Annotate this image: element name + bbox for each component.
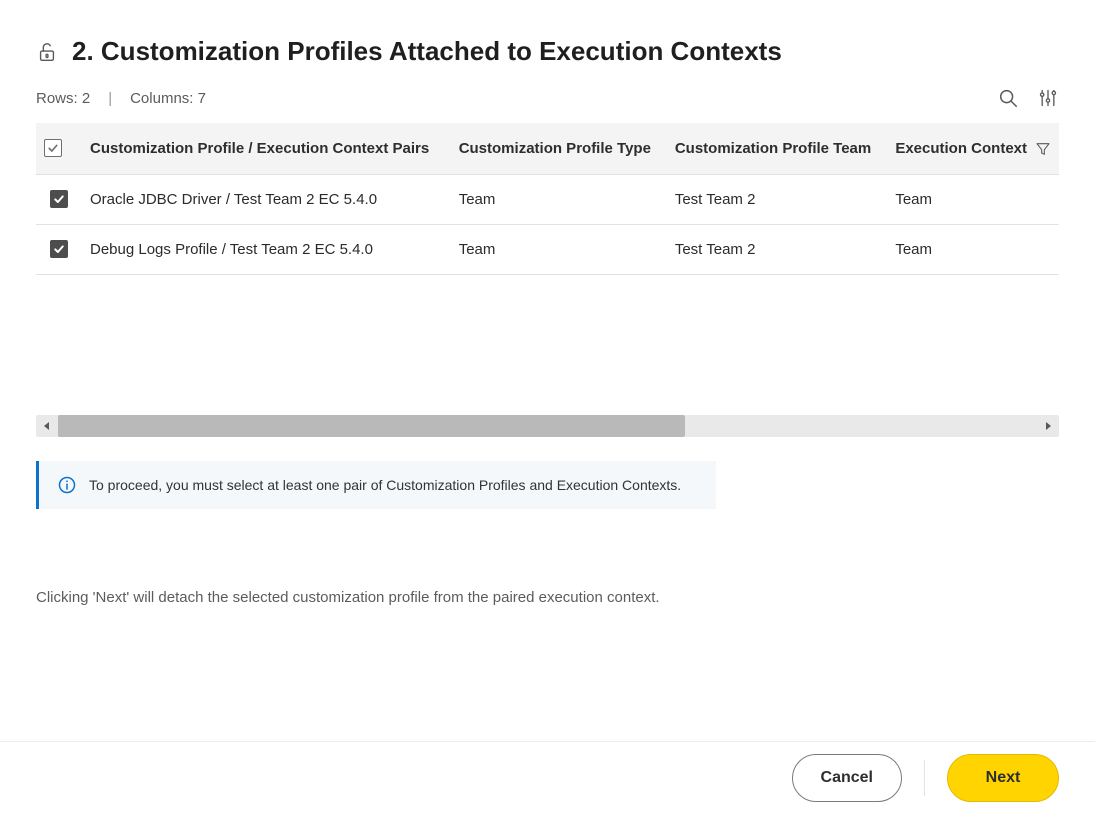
helper-text: Clicking 'Next' will detach the selected… bbox=[36, 589, 1059, 606]
table-wrap: Customization Profile / Execution Contex… bbox=[36, 123, 1059, 275]
scroll-left-icon[interactable] bbox=[36, 415, 58, 437]
next-button[interactable]: Next bbox=[947, 754, 1059, 802]
footer-bar: Cancel Next bbox=[0, 741, 1095, 813]
row-checkbox[interactable] bbox=[50, 190, 68, 208]
sliders-icon[interactable] bbox=[1037, 87, 1059, 109]
content-area: 2. Customization Profiles Attached to Ex… bbox=[0, 0, 1095, 741]
cell-pair: Oracle JDBC Driver / Test Team 2 EC 5.4.… bbox=[82, 175, 451, 225]
table-header-row: Customization Profile / Execution Contex… bbox=[36, 123, 1059, 175]
meta-left: Rows: 2 | Columns: 7 bbox=[36, 90, 206, 107]
select-all-checkbox[interactable] bbox=[44, 139, 62, 157]
lock-open-icon bbox=[36, 41, 58, 63]
table-row[interactable]: Debug Logs Profile / Test Team 2 EC 5.4.… bbox=[36, 225, 1059, 275]
cell-type: Team bbox=[451, 175, 667, 225]
horizontal-scrollbar[interactable] bbox=[36, 415, 1059, 437]
scroll-right-icon[interactable] bbox=[1037, 415, 1059, 437]
cell-team: Test Team 2 bbox=[667, 175, 887, 225]
table-body: Oracle JDBC Driver / Test Team 2 EC 5.4.… bbox=[36, 175, 1059, 275]
cell-pair: Debug Logs Profile / Test Team 2 EC 5.4.… bbox=[82, 225, 451, 275]
meta-separator: | bbox=[108, 90, 112, 107]
data-table: Customization Profile / Execution Contex… bbox=[36, 123, 1059, 275]
header-checkbox-cell bbox=[36, 123, 82, 175]
cell-exec: Team bbox=[887, 175, 1059, 225]
cancel-button[interactable]: Cancel bbox=[792, 754, 902, 802]
cell-exec: Team bbox=[887, 225, 1059, 275]
info-box: To proceed, you must select at least one… bbox=[36, 461, 716, 509]
col-header-type[interactable]: Customization Profile Type bbox=[451, 123, 667, 175]
col-header-exec[interactable]: Execution Context bbox=[887, 123, 1059, 175]
footer-separator bbox=[924, 760, 925, 796]
col-header-pairs[interactable]: Customization Profile / Execution Contex… bbox=[82, 123, 451, 175]
col-header-team[interactable]: Customization Profile Team bbox=[667, 123, 887, 175]
table-row[interactable]: Oracle JDBC Driver / Test Team 2 EC 5.4.… bbox=[36, 175, 1059, 225]
scrollbar-track[interactable] bbox=[58, 415, 1037, 437]
page-title: 2. Customization Profiles Attached to Ex… bbox=[72, 36, 782, 67]
title-row: 2. Customization Profiles Attached to Ex… bbox=[36, 36, 1059, 67]
row-checkbox[interactable] bbox=[50, 240, 68, 258]
col-header-exec-label: Execution Context bbox=[895, 140, 1027, 157]
info-message: To proceed, you must select at least one… bbox=[89, 477, 681, 493]
rows-count: Rows: 2 bbox=[36, 90, 90, 107]
cell-team: Test Team 2 bbox=[667, 225, 887, 275]
columns-count: Columns: 7 bbox=[130, 90, 206, 107]
meta-row: Rows: 2 | Columns: 7 bbox=[36, 87, 1059, 109]
search-icon[interactable] bbox=[997, 87, 1019, 109]
info-icon bbox=[57, 475, 77, 495]
page-root: 2. Customization Profiles Attached to Ex… bbox=[0, 0, 1095, 813]
filter-icon[interactable] bbox=[1035, 141, 1051, 157]
cell-type: Team bbox=[451, 225, 667, 275]
scrollbar-thumb[interactable] bbox=[58, 415, 685, 437]
meta-right bbox=[997, 87, 1059, 109]
